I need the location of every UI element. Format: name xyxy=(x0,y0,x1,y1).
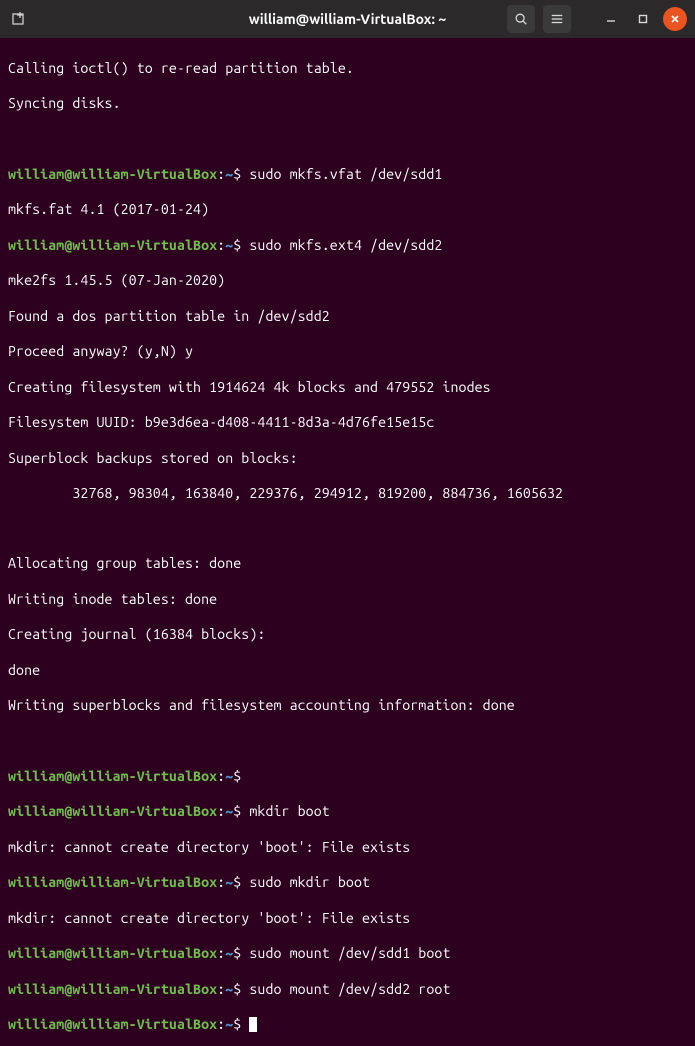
prompt-line: william@william-VirtualBox:~$ sudo mkdir… xyxy=(8,874,687,892)
output-line: 32768, 98304, 163840, 229376, 294912, 81… xyxy=(8,485,687,503)
output-line: Proceed anyway? (y,N) y xyxy=(8,343,687,361)
prompt-path: ~ xyxy=(225,874,233,890)
prompt-line: william@william-VirtualBox:~$ sudo mkfs.… xyxy=(8,166,687,184)
prompt-path: ~ xyxy=(225,768,233,784)
prompt-path: ~ xyxy=(225,1016,233,1032)
hamburger-menu-icon[interactable] xyxy=(543,5,571,33)
output-line: mkdir: cannot create directory 'boot': F… xyxy=(8,839,687,857)
command-text: sudo mkfs.ext4 /dev/sdd2 xyxy=(241,237,442,253)
new-tab-icon[interactable] xyxy=(8,8,30,30)
prompt-colon: : xyxy=(217,981,225,997)
maximize-icon[interactable] xyxy=(631,7,655,31)
output-line xyxy=(8,521,687,538)
prompt-symbol: $ xyxy=(233,981,241,997)
output-line: Syncing disks. xyxy=(8,95,687,113)
prompt-symbol: $ xyxy=(233,874,241,890)
prompt-colon: : xyxy=(217,803,225,819)
prompt-colon: : xyxy=(217,166,225,182)
command-text xyxy=(241,1016,249,1032)
output-line: Superblock backups stored on blocks: xyxy=(8,450,687,468)
prompt-path: ~ xyxy=(225,803,233,819)
prompt-colon: : xyxy=(217,1016,225,1032)
prompt-line: william@william-VirtualBox:~$ sudo mount… xyxy=(8,945,687,963)
output-line: Creating filesystem with 1914624 4k bloc… xyxy=(8,379,687,397)
prompt-symbol: $ xyxy=(233,1016,241,1032)
prompt-line: william@william-VirtualBox:~$ xyxy=(8,1016,687,1034)
prompt-line: william@william-VirtualBox:~$ xyxy=(8,768,687,786)
close-icon[interactable] xyxy=(663,7,687,31)
prompt-user: william@william-VirtualBox xyxy=(8,981,217,997)
prompt-user: william@william-VirtualBox xyxy=(8,237,217,253)
titlebar-right xyxy=(507,5,687,33)
output-line xyxy=(8,733,687,750)
prompt-path: ~ xyxy=(225,981,233,997)
output-line: Writing inode tables: done xyxy=(8,591,687,609)
prompt-line: william@william-VirtualBox:~$ sudo mount… xyxy=(8,981,687,999)
prompt-colon: : xyxy=(217,237,225,253)
prompt-symbol: $ xyxy=(233,945,241,961)
prompt-colon: : xyxy=(217,945,225,961)
output-line xyxy=(8,131,687,148)
output-line: mkfs.fat 4.1 (2017-01-24) xyxy=(8,201,687,219)
prompt-colon: : xyxy=(217,768,225,784)
prompt-user: william@william-VirtualBox xyxy=(8,1016,217,1032)
output-line: Found a dos partition table in /dev/sdd2 xyxy=(8,308,687,326)
output-line: done xyxy=(8,662,687,680)
prompt-symbol: $ xyxy=(233,768,241,784)
output-line: Filesystem UUID: b9e3d6ea-d408-4411-8d3a… xyxy=(8,414,687,432)
prompt-symbol: $ xyxy=(233,803,241,819)
command-text: mkdir boot xyxy=(241,803,330,819)
command-text: sudo mount /dev/sdd2 root xyxy=(241,981,450,997)
titlebar-left xyxy=(8,8,30,30)
titlebar: william@william-VirtualBox: ~ xyxy=(0,0,695,38)
prompt-colon: : xyxy=(217,874,225,890)
minimize-icon[interactable] xyxy=(599,7,623,31)
prompt-line: william@william-VirtualBox:~$ sudo mkfs.… xyxy=(8,237,687,255)
cursor xyxy=(249,1017,257,1032)
prompt-path: ~ xyxy=(225,945,233,961)
prompt-user: william@william-VirtualBox xyxy=(8,945,217,961)
terminal-output[interactable]: Calling ioctl() to re-read partition tab… xyxy=(0,38,695,1046)
command-text: sudo mkfs.vfat /dev/sdd1 xyxy=(241,166,442,182)
prompt-user: william@william-VirtualBox xyxy=(8,166,217,182)
search-icon[interactable] xyxy=(507,5,535,33)
output-line: Creating journal (16384 blocks): xyxy=(8,626,687,644)
prompt-line: william@william-VirtualBox:~$ mkdir boot xyxy=(8,803,687,821)
output-line: mkdir: cannot create directory 'boot': F… xyxy=(8,910,687,928)
prompt-user: william@william-VirtualBox xyxy=(8,803,217,819)
prompt-user: william@william-VirtualBox xyxy=(8,768,217,784)
output-line: mke2fs 1.45.5 (07-Jan-2020) xyxy=(8,272,687,290)
output-line: Calling ioctl() to re-read partition tab… xyxy=(8,60,687,78)
output-line: Writing superblocks and filesystem accou… xyxy=(8,697,687,715)
window-title: william@william-VirtualBox: ~ xyxy=(249,11,446,27)
prompt-user: william@william-VirtualBox xyxy=(8,874,217,890)
command-text: sudo mkdir boot xyxy=(241,874,370,890)
command-text: sudo mount /dev/sdd1 boot xyxy=(241,945,450,961)
output-line: Allocating group tables: done xyxy=(8,555,687,573)
